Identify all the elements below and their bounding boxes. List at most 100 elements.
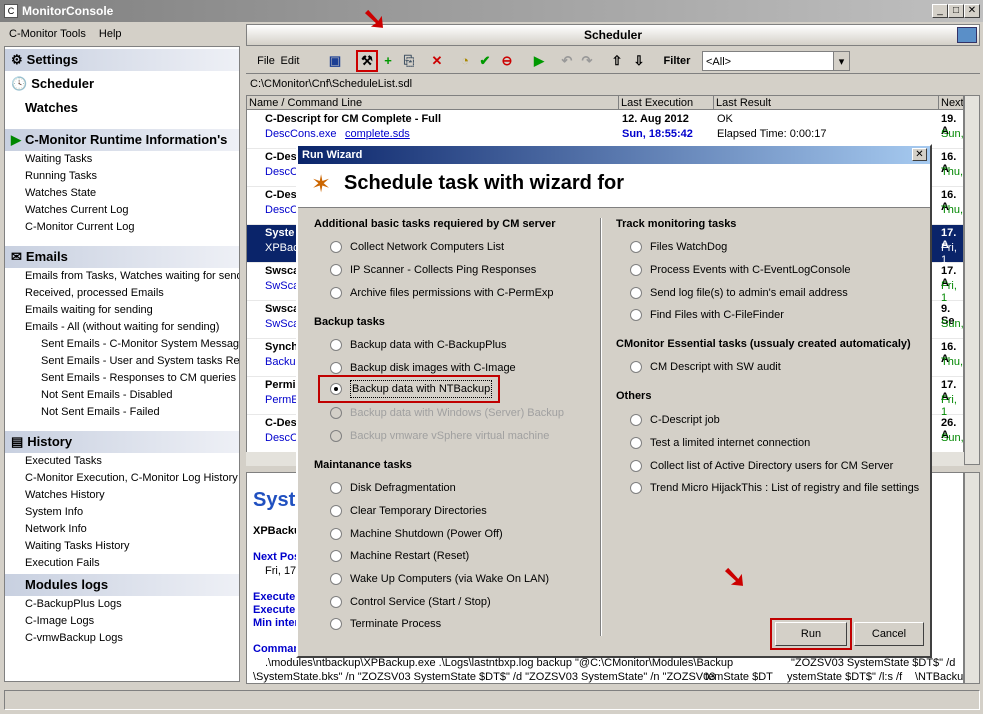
radio[interactable] xyxy=(630,437,642,449)
radio[interactable] xyxy=(330,596,342,608)
option-collect-ad-users[interactable]: Collect list of Active Directory users f… xyxy=(630,458,893,474)
sidebar-item-sent-responses[interactable]: Sent Emails - Responses to CM queries xyxy=(5,370,239,387)
sidebar-section-runtime[interactable]: ▶ C-Monitor Runtime Information's xyxy=(5,129,239,151)
sidebar-item-not-sent-disabled[interactable]: Not Sent Emails - Disabled xyxy=(5,387,239,404)
close-button[interactable]: ✕ xyxy=(964,4,980,18)
option-find-files[interactable]: Find Files with C-FileFinder xyxy=(630,307,784,323)
option-ip-scanner[interactable]: IP Scanner - Collects Ping Responses xyxy=(330,262,536,278)
col-next[interactable]: Next xyxy=(939,96,963,110)
radio[interactable] xyxy=(630,287,642,299)
undo-icon[interactable]: ↶ xyxy=(558,52,576,70)
sidebar-item-received-emails[interactable]: Received, processed Emails xyxy=(5,285,239,302)
sidebar-item-cmonitor-current-log[interactable]: C-Monitor Current Log xyxy=(5,219,239,236)
option-hijackthis[interactable]: Trend Micro HijackThis : List of registr… xyxy=(630,480,919,496)
sidebar-item-watches-current-log[interactable]: Watches Current Log xyxy=(5,202,239,219)
radio[interactable] xyxy=(330,241,342,253)
option-cm-descript-audit[interactable]: CM Descript with SW audit xyxy=(630,359,781,375)
radio-selected[interactable] xyxy=(330,383,342,395)
option-process-events[interactable]: Process Events with C-EventLogConsole xyxy=(630,262,851,278)
save-icon[interactable]: ▣ xyxy=(326,52,344,70)
option-machine-restart[interactable]: Machine Restart (Reset) xyxy=(330,548,469,564)
arrow-up-icon[interactable]: ⇧ xyxy=(608,52,626,70)
sidebar-item-running-tasks[interactable]: Running Tasks xyxy=(5,168,239,185)
radio[interactable] xyxy=(630,414,642,426)
option-files-watchdog[interactable]: Files WatchDog xyxy=(630,239,727,255)
sidebar-item-system-info[interactable]: System Info xyxy=(5,504,239,521)
delete-icon[interactable]: ✕ xyxy=(428,52,446,70)
radio[interactable] xyxy=(630,482,642,494)
col-last-result[interactable]: Last Result xyxy=(714,96,939,110)
option-send-log[interactable]: Send log file(s) to admin's email addres… xyxy=(630,285,848,301)
stop-icon[interactable]: ⊖ xyxy=(498,52,516,70)
wizard-icon[interactable]: ⚒ xyxy=(356,50,378,72)
option-cdescript-job[interactable]: C-Descript job xyxy=(630,412,720,428)
radio[interactable] xyxy=(630,309,642,321)
col-name[interactable]: Name / Command Line xyxy=(247,96,619,110)
option-archive-permissions[interactable]: Archive files permissions with C-PermExp xyxy=(330,285,554,301)
radio[interactable] xyxy=(630,241,642,253)
option-backup-cimage[interactable]: Backup disk images with C-Image xyxy=(330,360,516,376)
edit-menu[interactable]: Edit xyxy=(280,51,300,71)
sidebar-section-settings[interactable]: ⚙ Settings xyxy=(5,49,239,71)
sidebar-item-execution-log-history[interactable]: C-Monitor Execution, C-Monitor Log Histo… xyxy=(5,470,239,487)
sidebar-item-emails-waiting[interactable]: Emails from Tasks, Watches waiting for s… xyxy=(5,268,239,285)
radio[interactable] xyxy=(630,460,642,472)
file-menu[interactable]: File xyxy=(256,51,276,71)
run-button[interactable]: Run xyxy=(775,622,847,646)
detail-vertical-scrollbar[interactable] xyxy=(964,472,980,684)
sidebar-item-executed-tasks[interactable]: Executed Tasks xyxy=(5,453,239,470)
option-control-service[interactable]: Control Service (Start / Stop) xyxy=(330,594,491,610)
add-icon[interactable]: + xyxy=(379,52,397,70)
dialog-close-button[interactable]: ✕ xyxy=(912,148,927,161)
filter-select[interactable]: <All> ▾ xyxy=(702,51,850,71)
sidebar-item-emails-all[interactable]: Emails - All (without waiting for sendin… xyxy=(5,319,239,336)
radio[interactable] xyxy=(330,505,342,517)
sidebar-item-cimage-logs[interactable]: C-Image Logs xyxy=(5,613,239,630)
sidebar-item-watches-state[interactable]: Watches State xyxy=(5,185,239,202)
sidebar-section-watches[interactable]: Watches xyxy=(5,97,239,119)
option-test-internet[interactable]: Test a limited internet connection xyxy=(630,435,810,451)
option-disk-defrag[interactable]: Disk Defragmentation xyxy=(330,480,456,496)
option-machine-shutdown[interactable]: Machine Shutdown (Power Off) xyxy=(330,526,503,542)
option-wake-up[interactable]: Wake Up Computers (via Wake On LAN) xyxy=(330,571,549,587)
sidebar-item-waiting-history[interactable]: Waiting Tasks History xyxy=(5,538,239,555)
sidebar-item-sent-system[interactable]: Sent Emails - C-Monitor System Messages xyxy=(5,336,239,353)
option-clear-temp[interactable]: Clear Temporary Directories xyxy=(330,503,487,519)
option-collect-network[interactable]: Collect Network Computers List xyxy=(330,239,504,255)
radio[interactable] xyxy=(630,264,642,276)
sidebar-item-cbackupplus-logs[interactable]: C-BackupPlus Logs xyxy=(5,596,239,613)
radio[interactable] xyxy=(330,550,342,562)
col-last-execution[interactable]: Last Execution xyxy=(619,96,714,110)
sidebar-item-watches-history[interactable]: Watches History xyxy=(5,487,239,504)
radio[interactable] xyxy=(330,573,342,585)
window-title-bar[interactable]: MonitorConsole xyxy=(0,0,983,22)
sidebar-item-sent-results[interactable]: Sent Emails - User and System tasks Resu… xyxy=(5,353,239,370)
option-terminate-process[interactable]: Terminate Process xyxy=(330,616,441,632)
redo-icon[interactable]: ↷ xyxy=(578,52,596,70)
radio[interactable] xyxy=(330,528,342,540)
radio[interactable] xyxy=(330,362,342,374)
radio[interactable] xyxy=(330,264,342,276)
sidebar-section-scheduler[interactable]: 🕓 Scheduler xyxy=(5,73,239,95)
sidebar-item-cvmwbackup-logs[interactable]: C-vmwBackup Logs xyxy=(5,630,239,647)
sidebar-item-not-sent-failed[interactable]: Not Sent Emails - Failed xyxy=(5,404,239,421)
radio[interactable] xyxy=(330,618,342,630)
sidebar-item-waiting-tasks[interactable]: Waiting Tasks xyxy=(5,151,239,168)
grid-vertical-scrollbar[interactable] xyxy=(964,95,980,465)
run-icon[interactable]: ▶ xyxy=(530,52,548,70)
cancel-button[interactable]: Cancel xyxy=(854,622,924,646)
radio[interactable] xyxy=(330,482,342,494)
sidebar-item-network-info[interactable]: Network Info xyxy=(5,521,239,538)
arrow-down-icon[interactable]: ⇩ xyxy=(630,52,648,70)
minimize-button[interactable]: _ xyxy=(932,4,948,18)
sidebar-section-history[interactable]: ▤ History xyxy=(5,431,239,453)
sidebar-item-execution-fails[interactable]: Execution Fails xyxy=(5,555,239,572)
radio[interactable] xyxy=(330,339,342,351)
dialog-title-bar[interactable]: Run Wizard xyxy=(298,146,930,164)
copy-icon[interactable]: ⎘ xyxy=(400,52,418,70)
option-backup-ntbackup[interactable]: Backup data with NTBackup xyxy=(330,380,493,398)
radio[interactable] xyxy=(630,361,642,373)
menu-cmonitor-tools[interactable]: C-Monitor Tools xyxy=(4,24,91,44)
sidebar-item-emails-waiting-sending[interactable]: Emails waiting for sending xyxy=(5,302,239,319)
menu-help[interactable]: Help xyxy=(94,24,127,44)
